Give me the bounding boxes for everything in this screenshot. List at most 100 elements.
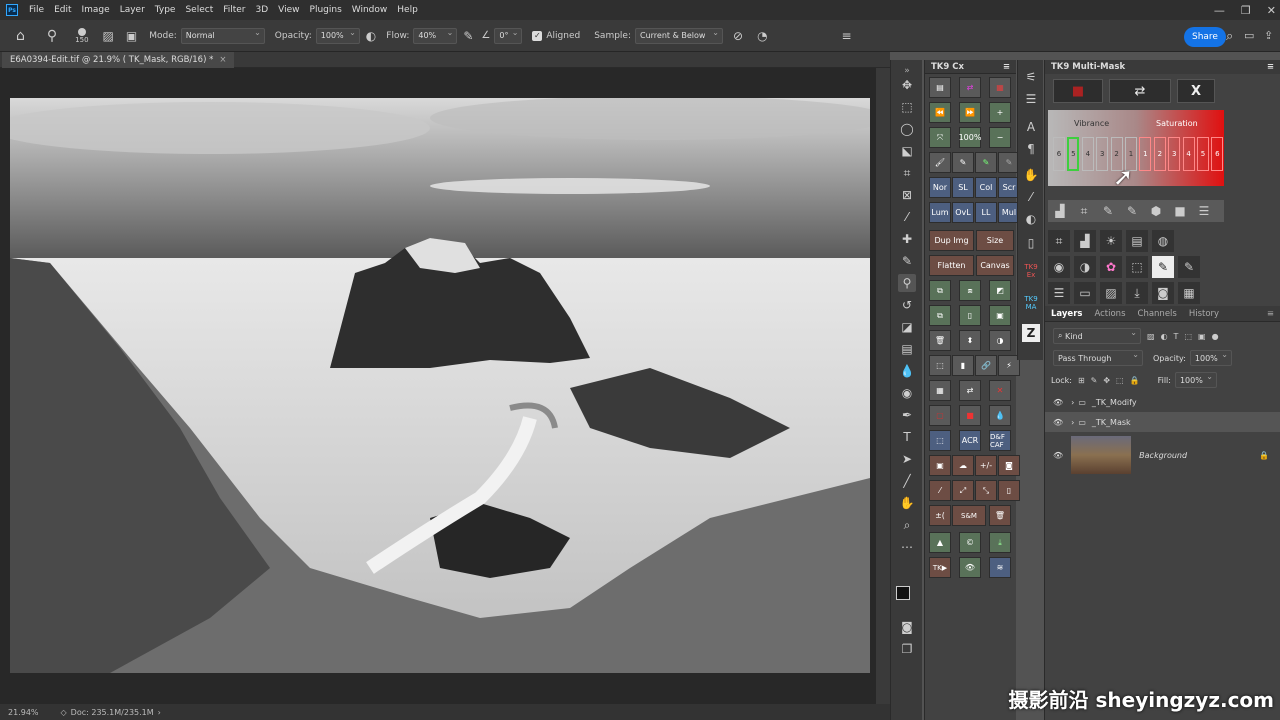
shape-filter-icon[interactable]: ⬚ (1184, 332, 1192, 341)
lasso-tool-icon[interactable]: ◯ (898, 120, 916, 138)
green-brush-icon[interactable]: ✎ (975, 152, 997, 173)
levels-icon[interactable]: ▟ (1074, 230, 1096, 252)
brightness-icon[interactable]: ☀ (1100, 230, 1122, 252)
angle-field[interactable]: 0° (494, 27, 523, 44)
acr-button[interactable]: ACR (959, 430, 981, 451)
expand-arrow-icon[interactable]: › (1071, 398, 1074, 407)
histogram-icon[interactable]: ▟ (1048, 200, 1072, 222)
blend-mode-select[interactable]: Pass Through (1053, 350, 1143, 366)
flatten-button[interactable]: Flatten (929, 255, 974, 276)
foreground-color-swatch[interactable] (896, 586, 910, 600)
minimize-icon[interactable]: — (1214, 4, 1225, 17)
navigator-icon[interactable]: ◐ (1022, 210, 1040, 228)
paint-black-icon[interactable]: ✎ (1178, 256, 1200, 278)
eyedropper-tool-icon[interactable]: ⁄ (898, 208, 916, 226)
link-icon[interactable]: 🔗 (975, 355, 997, 376)
blur-tool-icon[interactable]: 💧 (898, 362, 916, 380)
plus-minus-paren-button[interactable]: ±( (929, 505, 951, 526)
mask-slot[interactable]: 5 (1197, 137, 1209, 171)
lock-pixels-icon[interactable]: ✎ (1091, 376, 1098, 385)
eye-icon[interactable]: 👁 (959, 557, 981, 578)
expand-icon[interactable]: ⤢ (952, 480, 974, 501)
curves-icon[interactable]: ⌗ (1072, 200, 1096, 222)
menu-window[interactable]: Window (347, 5, 393, 15)
filter-kind-select[interactable]: ⌕ Kind (1053, 328, 1141, 344)
swap-button[interactable]: ⇄ (1109, 79, 1171, 103)
menu-lines-icon[interactable]: ☰ (1192, 200, 1216, 222)
tab-layers[interactable]: Layers (1045, 309, 1088, 319)
tk9-ma-icon[interactable]: TK9 MA (1020, 294, 1042, 312)
zoom-in-icon[interactable]: + (989, 102, 1011, 123)
zoom-100-button[interactable]: 100% (959, 127, 981, 148)
close-tab-icon[interactable]: × (219, 55, 226, 65)
blend-color-button[interactable]: Col (975, 177, 997, 198)
mask-slot[interactable]: 3 (1096, 137, 1109, 171)
swap-icon[interactable]: ⇄ (959, 77, 981, 98)
mask-slot[interactable]: 6 (1053, 137, 1065, 171)
visibility-eye-icon[interactable]: 👁 (1053, 418, 1063, 427)
triangle-icon[interactable]: ▲ (929, 532, 951, 553)
grid-icon[interactable]: ⌗ (1048, 230, 1070, 252)
menu-plugins[interactable]: Plugins (305, 5, 347, 15)
menu-select[interactable]: Select (180, 5, 218, 15)
red-frame-icon[interactable]: ▢ (929, 405, 951, 426)
pixel-filter-icon[interactable]: ▨ (1147, 332, 1155, 341)
trash-layer-icon[interactable]: 🗑 (929, 330, 951, 351)
hide-icon[interactable]: ◑ (989, 330, 1011, 351)
forward-icon[interactable]: ⏩ (959, 102, 981, 123)
weather-icon[interactable]: ☁ (952, 455, 974, 476)
brush-settings-icon[interactable]: ▨ (103, 29, 114, 43)
move-tool-icon[interactable]: ✥ (898, 76, 916, 94)
pen-tool-icon[interactable]: ✒ (898, 406, 916, 424)
pressure-size-icon[interactable]: ◔ (757, 29, 767, 43)
close-button[interactable]: X (1177, 79, 1215, 103)
tool-preset-icon[interactable]: ≡ (842, 29, 852, 43)
document-tab[interactable]: E6A0394-Edit.tif @ 21.9% ( TK_Mask, RGB/… (2, 52, 235, 68)
zoom-out-icon[interactable]: − (989, 127, 1011, 148)
layers-stack-icon[interactable]: ≋ (989, 557, 1011, 578)
mask-slot[interactable]: 2 (1153, 137, 1166, 171)
layer-fill-icon[interactable]: ▣ (989, 305, 1011, 326)
panel-menu-icon[interactable]: ≡ (1267, 62, 1274, 72)
share-icon[interactable]: ⇪ (1264, 29, 1273, 42)
dodge-tool-icon[interactable]: ◉ (898, 384, 916, 402)
type-tool-icon[interactable]: T (898, 428, 916, 446)
lock-all-icon[interactable]: 🔒 (1130, 376, 1140, 385)
square-icon[interactable]: ■ (1168, 200, 1192, 222)
card-icon[interactable]: ▯ (998, 480, 1020, 501)
record-button[interactable]: ■ (1053, 79, 1103, 103)
download-icon[interactable]: ⤓ (989, 532, 1011, 553)
circles-icon[interactable]: ◍ (1152, 230, 1174, 252)
dropper-icon[interactable]: ⁄ (929, 480, 951, 501)
layer-opacity-field[interactable]: 100% (1189, 350, 1232, 366)
clone-source-icon[interactable]: ▣ (126, 29, 137, 43)
brush-preset-picker[interactable]: 150 (75, 27, 89, 44)
red-drop-icon[interactable]: 💧 (989, 405, 1011, 426)
calculator-icon[interactable]: ▦ (929, 380, 951, 401)
layer-row-tk-mask[interactable]: 👁 › ▭ _TK_Mask (1045, 412, 1280, 432)
clone-stamp-tool-icon[interactable]: ⚲ (898, 274, 916, 292)
portrait-icon[interactable]: ▣ (929, 455, 951, 476)
dfcaf-button[interactable]: D&F CAF (989, 430, 1011, 451)
lock-transparent-icon[interactable]: ⊞ (1078, 376, 1085, 385)
brush-panel-icon[interactable]: ⁄ (1022, 188, 1040, 206)
brush-tool-icon[interactable]: ✎ (898, 252, 916, 270)
filter-toggle-icon[interactable]: ● (1212, 332, 1219, 341)
menu-image[interactable]: Image (77, 5, 115, 15)
share-button[interactable]: Share (1184, 27, 1226, 47)
menu-help[interactable]: Help (392, 5, 423, 15)
sample-select[interactable]: Current & Below (635, 27, 723, 44)
gradient-tool-icon[interactable]: ▤ (898, 340, 916, 358)
brush-white-icon[interactable]: ✎ (1120, 200, 1144, 222)
layer-row-tk-modify[interactable]: 👁 › ▭ _TK_Modify (1045, 392, 1280, 412)
workspace-icon[interactable]: ▭ (1244, 29, 1254, 42)
quick-mask-icon[interactable]: ◙ (898, 618, 916, 636)
paragraph-icon[interactable]: ¶ (1022, 140, 1040, 158)
brush-black-icon[interactable]: ✎ (1096, 200, 1120, 222)
diagonal-icon[interactable]: ⤡ (975, 480, 997, 501)
tab-channels[interactable]: Channels (1132, 309, 1183, 319)
mask-slot[interactable]: 4 (1182, 137, 1195, 171)
panel-menu-icon[interactable]: ≡ (1261, 309, 1280, 319)
status-arrow-icon[interactable]: › (158, 708, 161, 717)
stamp-visible-icon[interactable]: ⧈ (959, 280, 981, 301)
